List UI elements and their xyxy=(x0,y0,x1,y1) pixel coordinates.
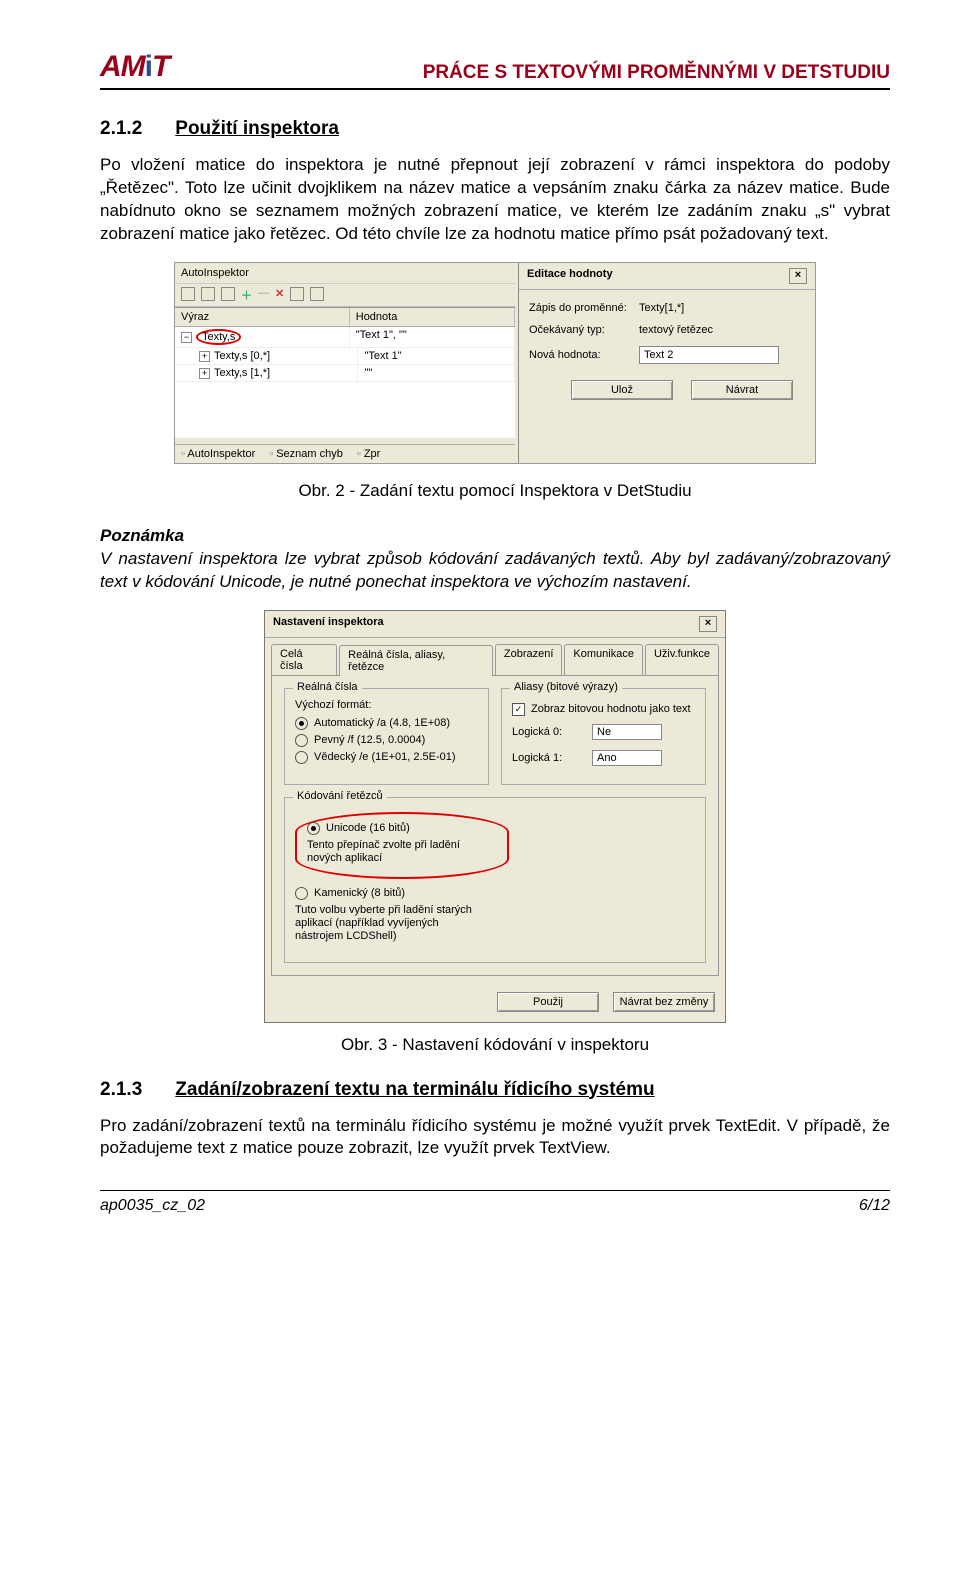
label: Výchozí formát: xyxy=(295,699,478,711)
window-title: AutoInspektor xyxy=(175,263,515,284)
table-row[interactable]: −Texty,s "Text 1", "" xyxy=(175,327,515,348)
logic-1-input[interactable]: Ano xyxy=(592,750,662,766)
radio-icon xyxy=(295,717,308,730)
edit-icon[interactable] xyxy=(290,287,304,301)
groupbox-title: Reálná čísla xyxy=(293,681,362,693)
toolbar-icon[interactable] xyxy=(310,287,324,301)
groupbox-real-numbers: Reálná čísla Výchozí formát: Automatický… xyxy=(284,688,489,785)
form-value: textový řetězec xyxy=(639,324,805,336)
radio-icon xyxy=(307,822,320,835)
highlighted-option: Unicode (16 bitů) Tento přepínač zvolte … xyxy=(295,812,509,879)
radio-icon xyxy=(295,734,308,747)
groupbox-aliases: Aliasy (bitové výrazy) Zobraz bitovou ho… xyxy=(501,688,706,785)
page-footer: ap0035_cz_02 6/12 xyxy=(100,1190,890,1215)
edit-value-dialog: Editace hodnoty × Zápis do proměnné: Tex… xyxy=(518,263,815,463)
figure-caption: Obr. 2 - Zadání textu pomocí Inspektora … xyxy=(100,481,890,501)
groupbox-title: Kódování řetězců xyxy=(293,790,387,802)
radio-option[interactable]: Unicode (16 bitů) xyxy=(307,822,497,835)
highlighted-cell: Texty,s xyxy=(196,329,241,345)
column-header: Hodnota xyxy=(350,308,515,326)
toolbar-icon[interactable] xyxy=(221,287,235,301)
radio-option[interactable]: Automatický /a (4.8, 1E+08) xyxy=(295,717,478,730)
label: Logická 1: xyxy=(512,752,592,764)
radio-option[interactable]: Vědecký /e (1E+01, 2.5E-01) xyxy=(295,751,478,764)
section-title: Použití inspektora xyxy=(175,118,339,139)
cancel-button[interactable]: Návrat bez změny xyxy=(613,992,715,1012)
section-title: Zadání/zobrazení textu na terminálu řídi… xyxy=(175,1079,654,1100)
logo: AMiT xyxy=(100,50,169,84)
table-header: Výraz Hodnota xyxy=(175,308,515,327)
close-icon[interactable]: × xyxy=(789,268,807,284)
column-header: Výraz xyxy=(175,308,350,326)
bottom-tabs: AutoInspektor Seznam chyb Zpr xyxy=(175,444,515,463)
tab[interactable]: Komunikace xyxy=(564,644,643,675)
document-title: PRÁCE S TEXTOVÝMI PROMĚNNÝMI V DETSTUDIU xyxy=(423,62,890,84)
plus-icon[interactable]: ＋ xyxy=(241,287,252,303)
checkbox-icon xyxy=(512,703,525,716)
footer-right: 6/12 xyxy=(859,1197,890,1215)
new-value-input[interactable]: Text 2 xyxy=(639,346,779,364)
note-heading: Poznámka xyxy=(100,526,184,545)
tab-active[interactable]: Reálná čísla, aliasy, řetězce xyxy=(339,645,493,676)
radio-icon xyxy=(295,887,308,900)
radio-option[interactable]: Pevný /f (12.5, 0.0004) xyxy=(295,734,478,747)
toolbar-icon[interactable] xyxy=(201,287,215,301)
table-row[interactable]: +Texty,s [1,*] "" xyxy=(175,365,515,382)
table-row[interactable]: +Texty,s [0,*] "Text 1" xyxy=(175,348,515,365)
tab[interactable]: Seznam chyb xyxy=(269,448,343,460)
tab[interactable]: Zpr xyxy=(357,448,380,460)
toolbar: ＋ — ✕ xyxy=(175,284,515,307)
note-text: Tento přepínač zvolte při ladění nových … xyxy=(307,839,497,865)
dialog-title: Nastavení inspektora xyxy=(273,616,384,632)
tab-strip: Celá čísla Reálná čísla, aliasy, řetězce… xyxy=(265,638,725,675)
section-heading: 2.1.3 Zadání/zobrazení textu na terminál… xyxy=(100,1079,890,1101)
section-heading: 2.1.2 Použití inspektora xyxy=(100,118,890,140)
tab[interactable]: Zobrazení xyxy=(495,644,563,675)
form-label: Nová hodnota: xyxy=(529,349,639,361)
radio-icon xyxy=(295,751,308,764)
groupbox-encoding: Kódování řetězců Unicode (16 bitů) Tento… xyxy=(284,797,706,963)
section-paragraph: Pro zadání/zobrazení textů na terminálu … xyxy=(100,1115,890,1161)
section-number: 2.1.2 xyxy=(100,118,170,140)
close-icon[interactable]: × xyxy=(699,616,717,632)
section-paragraph: Po vložení matice do inspektora je nutné… xyxy=(100,154,890,246)
form-label: Očekávaný typ: xyxy=(529,324,639,336)
groupbox-title: Aliasy (bitové výrazy) xyxy=(510,681,622,693)
checkbox-option[interactable]: Zobraz bitovou hodnotu jako text xyxy=(512,703,695,716)
cancel-button[interactable]: Návrat xyxy=(691,380,793,400)
form-label: Zápis do proměnné: xyxy=(529,302,639,314)
delete-icon[interactable]: ✕ xyxy=(275,287,284,303)
note-text: Tuto volbu vyberte při ladění starých ap… xyxy=(295,904,485,944)
section-number: 2.1.3 xyxy=(100,1079,170,1101)
radio-option[interactable]: Kamenický (8 bitů) xyxy=(295,887,695,900)
figure-caption: Obr. 3 - Nastavení kódování v inspektoru xyxy=(100,1035,890,1055)
tab[interactable]: AutoInspektor xyxy=(181,448,255,460)
dialog-title: Editace hodnoty xyxy=(527,268,613,284)
apply-button[interactable]: Použij xyxy=(497,992,599,1012)
form-value: Texty[1,*] xyxy=(639,302,805,314)
screenshot-settings: Nastavení inspektora × Celá čísla Reálná… xyxy=(264,610,726,1023)
save-button[interactable]: Ulož xyxy=(571,380,673,400)
note-body: V nastavení inspektora lze vybrat způsob… xyxy=(100,549,890,591)
footer-left: ap0035_cz_02 xyxy=(100,1197,205,1215)
page-header: AMiT PRÁCE S TEXTOVÝMI PROMĚNNÝMI V DETS… xyxy=(100,50,890,90)
screenshot-autoinspektor: AutoInspektor ＋ — ✕ Výraz Hodnota xyxy=(174,262,816,464)
logic-0-input[interactable]: Ne xyxy=(592,724,662,740)
tab[interactable]: Uživ.funkce xyxy=(645,644,719,675)
tab[interactable]: Celá čísla xyxy=(271,644,337,675)
label: Logická 0: xyxy=(512,726,592,738)
toolbar-icon[interactable] xyxy=(181,287,195,301)
